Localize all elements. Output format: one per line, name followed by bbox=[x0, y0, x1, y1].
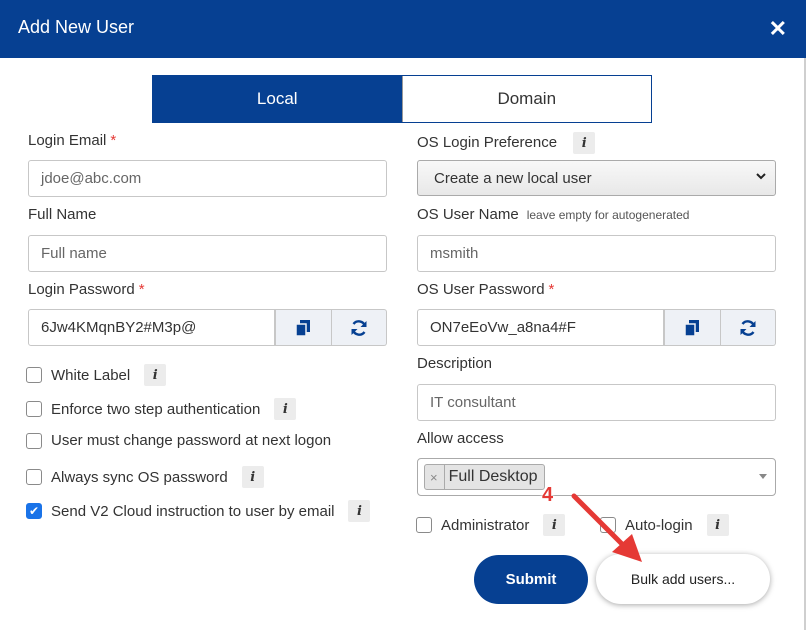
os-login-pref-label: OS Login Preference i bbox=[417, 132, 596, 154]
required-marker: * bbox=[548, 281, 555, 298]
full-name-input[interactable]: Full name bbox=[28, 235, 387, 272]
info-icon[interactable]: i bbox=[573, 132, 596, 154]
chevron-down-icon bbox=[755, 170, 767, 185]
copy-icon[interactable] bbox=[664, 310, 720, 345]
os-login-pref-select[interactable]: Create a new local user bbox=[417, 160, 776, 196]
send-instruction-label: Send V2 Cloud instruction to user by ema… bbox=[51, 502, 335, 520]
os-user-name-hint: leave empty for autogenerated bbox=[526, 208, 690, 222]
sync-password-label: Always sync OS password bbox=[51, 468, 228, 486]
caret-down-icon bbox=[759, 474, 767, 479]
send-instruction-row: ✔ Send V2 Cloud instruction to user by e… bbox=[26, 500, 371, 522]
two-step-checkbox[interactable] bbox=[26, 401, 42, 417]
info-icon[interactable]: i bbox=[348, 500, 371, 522]
send-instruction-checkbox[interactable]: ✔ bbox=[26, 503, 42, 519]
info-icon[interactable]: i bbox=[274, 398, 297, 420]
sync-password-checkbox[interactable] bbox=[26, 469, 42, 485]
step-number-annotation: 4 bbox=[542, 484, 554, 506]
login-email-input[interactable]: jdoe@abc.com bbox=[28, 160, 387, 197]
os-password-actions bbox=[664, 309, 776, 346]
required-marker: * bbox=[110, 132, 117, 149]
login-password-actions bbox=[275, 309, 387, 346]
sync-password-row: Always sync OS password i bbox=[26, 466, 264, 488]
dialog-title: Add New User bbox=[18, 17, 135, 37]
access-chip-label: Full Desktop bbox=[448, 468, 538, 485]
os-user-name-label: OS User Name leave empty for autogenerate… bbox=[417, 206, 690, 223]
white-label-label: White Label bbox=[51, 366, 131, 384]
login-email-label: Login Email * bbox=[28, 132, 117, 149]
annotation-arrow-icon bbox=[571, 493, 642, 562]
white-label-checkbox[interactable] bbox=[26, 367, 42, 383]
login-password-input[interactable]: 6Jw4KMqnBY2#M3p@ bbox=[28, 309, 275, 346]
access-chip: × Full Desktop bbox=[424, 464, 545, 490]
info-icon[interactable]: i bbox=[241, 466, 264, 488]
refresh-icon[interactable] bbox=[719, 310, 776, 345]
info-icon[interactable]: i bbox=[706, 514, 729, 536]
administrator-label: Administrator bbox=[441, 516, 530, 534]
refresh-icon[interactable] bbox=[330, 310, 387, 345]
change-password-row: User must change password at next logon bbox=[26, 432, 331, 449]
os-user-password-input[interactable]: ON7eEoVw_a8na4#F bbox=[417, 309, 664, 346]
chip-remove-icon[interactable]: × bbox=[425, 465, 445, 489]
tab-local[interactable]: Local bbox=[153, 76, 402, 122]
white-label-row: White Label i bbox=[26, 364, 167, 386]
description-input[interactable]: IT consultant bbox=[417, 384, 776, 421]
os-login-pref-value: Create a new local user bbox=[434, 169, 592, 187]
required-marker: * bbox=[138, 281, 145, 298]
info-icon[interactable]: i bbox=[144, 364, 167, 386]
two-step-label: Enforce two step authentication bbox=[51, 400, 261, 418]
os-user-name-input[interactable]: msmith bbox=[417, 235, 776, 272]
copy-icon[interactable] bbox=[275, 310, 331, 345]
tab-domain[interactable]: Domain bbox=[401, 76, 651, 122]
close-icon[interactable]: ✕ bbox=[769, 16, 787, 42]
full-name-label: Full Name bbox=[28, 206, 97, 223]
tab-bar: Local Domain bbox=[152, 75, 652, 123]
change-password-label: User must change password at next logon bbox=[51, 432, 332, 449]
administrator-checkbox[interactable] bbox=[416, 517, 432, 533]
description-label: Description bbox=[417, 355, 493, 372]
administrator-row: Administrator i bbox=[416, 514, 566, 536]
os-user-password-label: OS User Password * bbox=[417, 281, 555, 298]
dialog-header: Add New User ✕ bbox=[0, 0, 806, 58]
login-password-label: Login Password * bbox=[28, 281, 145, 298]
two-step-row: Enforce two step authentication i bbox=[26, 398, 297, 420]
allow-access-label: Allow access bbox=[417, 430, 504, 447]
change-password-checkbox[interactable] bbox=[26, 432, 42, 449]
